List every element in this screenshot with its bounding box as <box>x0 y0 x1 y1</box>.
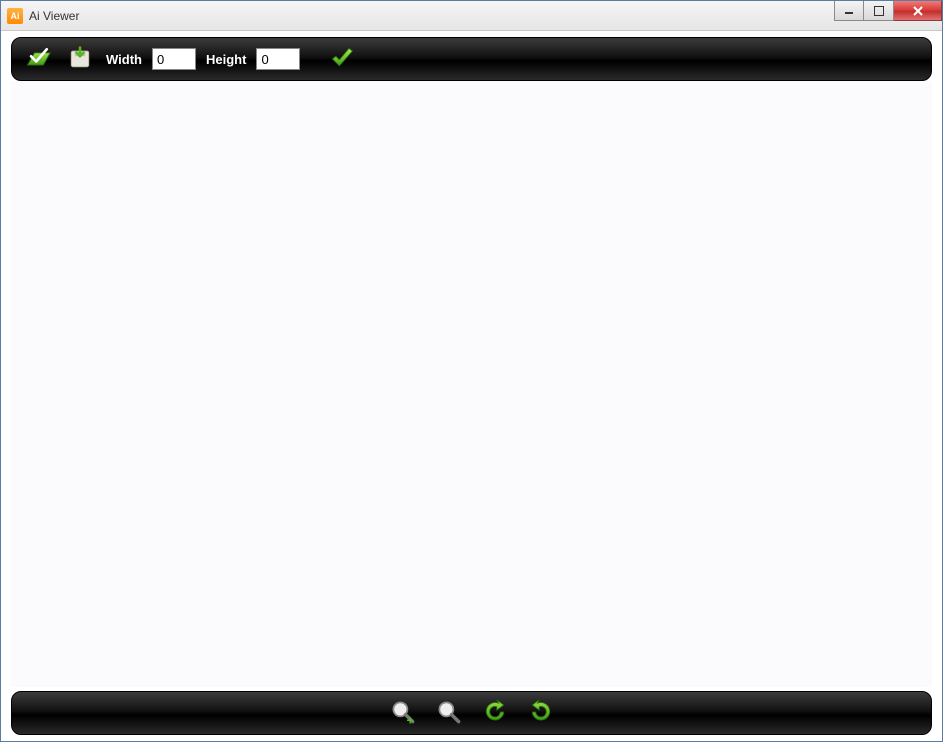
window-title: Ai Viewer <box>29 9 79 23</box>
close-button[interactable] <box>894 1 942 21</box>
save-button[interactable] <box>64 43 96 75</box>
app-window: Ai Ai Viewer <box>0 0 943 742</box>
rotate-left-icon <box>481 698 509 729</box>
minimize-button[interactable] <box>834 1 864 21</box>
folder-open-check-icon <box>24 44 52 75</box>
bottom-toolbar: + <box>11 691 932 735</box>
zoom-out-button[interactable] <box>433 697 465 729</box>
rotate-left-button[interactable] <box>479 697 511 729</box>
titlebar[interactable]: Ai Ai Viewer <box>1 1 942 31</box>
svg-text:+: + <box>406 713 413 726</box>
height-label: Height <box>206 52 246 67</box>
open-file-button[interactable] <box>22 43 54 75</box>
zoom-out-icon <box>435 698 463 729</box>
maximize-button[interactable] <box>864 1 894 21</box>
rotate-right-button[interactable] <box>525 697 557 729</box>
client-area: Width Height <box>1 31 942 741</box>
viewer-canvas[interactable] <box>11 81 932 687</box>
width-input[interactable] <box>152 48 196 70</box>
window-controls <box>834 1 942 21</box>
checkmark-icon <box>328 44 356 75</box>
zoom-in-icon: + <box>389 698 417 729</box>
app-icon: Ai <box>7 8 23 24</box>
width-label: Width <box>106 52 142 67</box>
height-input[interactable] <box>256 48 300 70</box>
rotate-right-icon <box>527 698 555 729</box>
apply-resize-button[interactable] <box>326 43 358 75</box>
zoom-in-button[interactable]: + <box>387 697 419 729</box>
save-disk-icon <box>66 44 94 75</box>
top-toolbar: Width Height <box>11 37 932 81</box>
